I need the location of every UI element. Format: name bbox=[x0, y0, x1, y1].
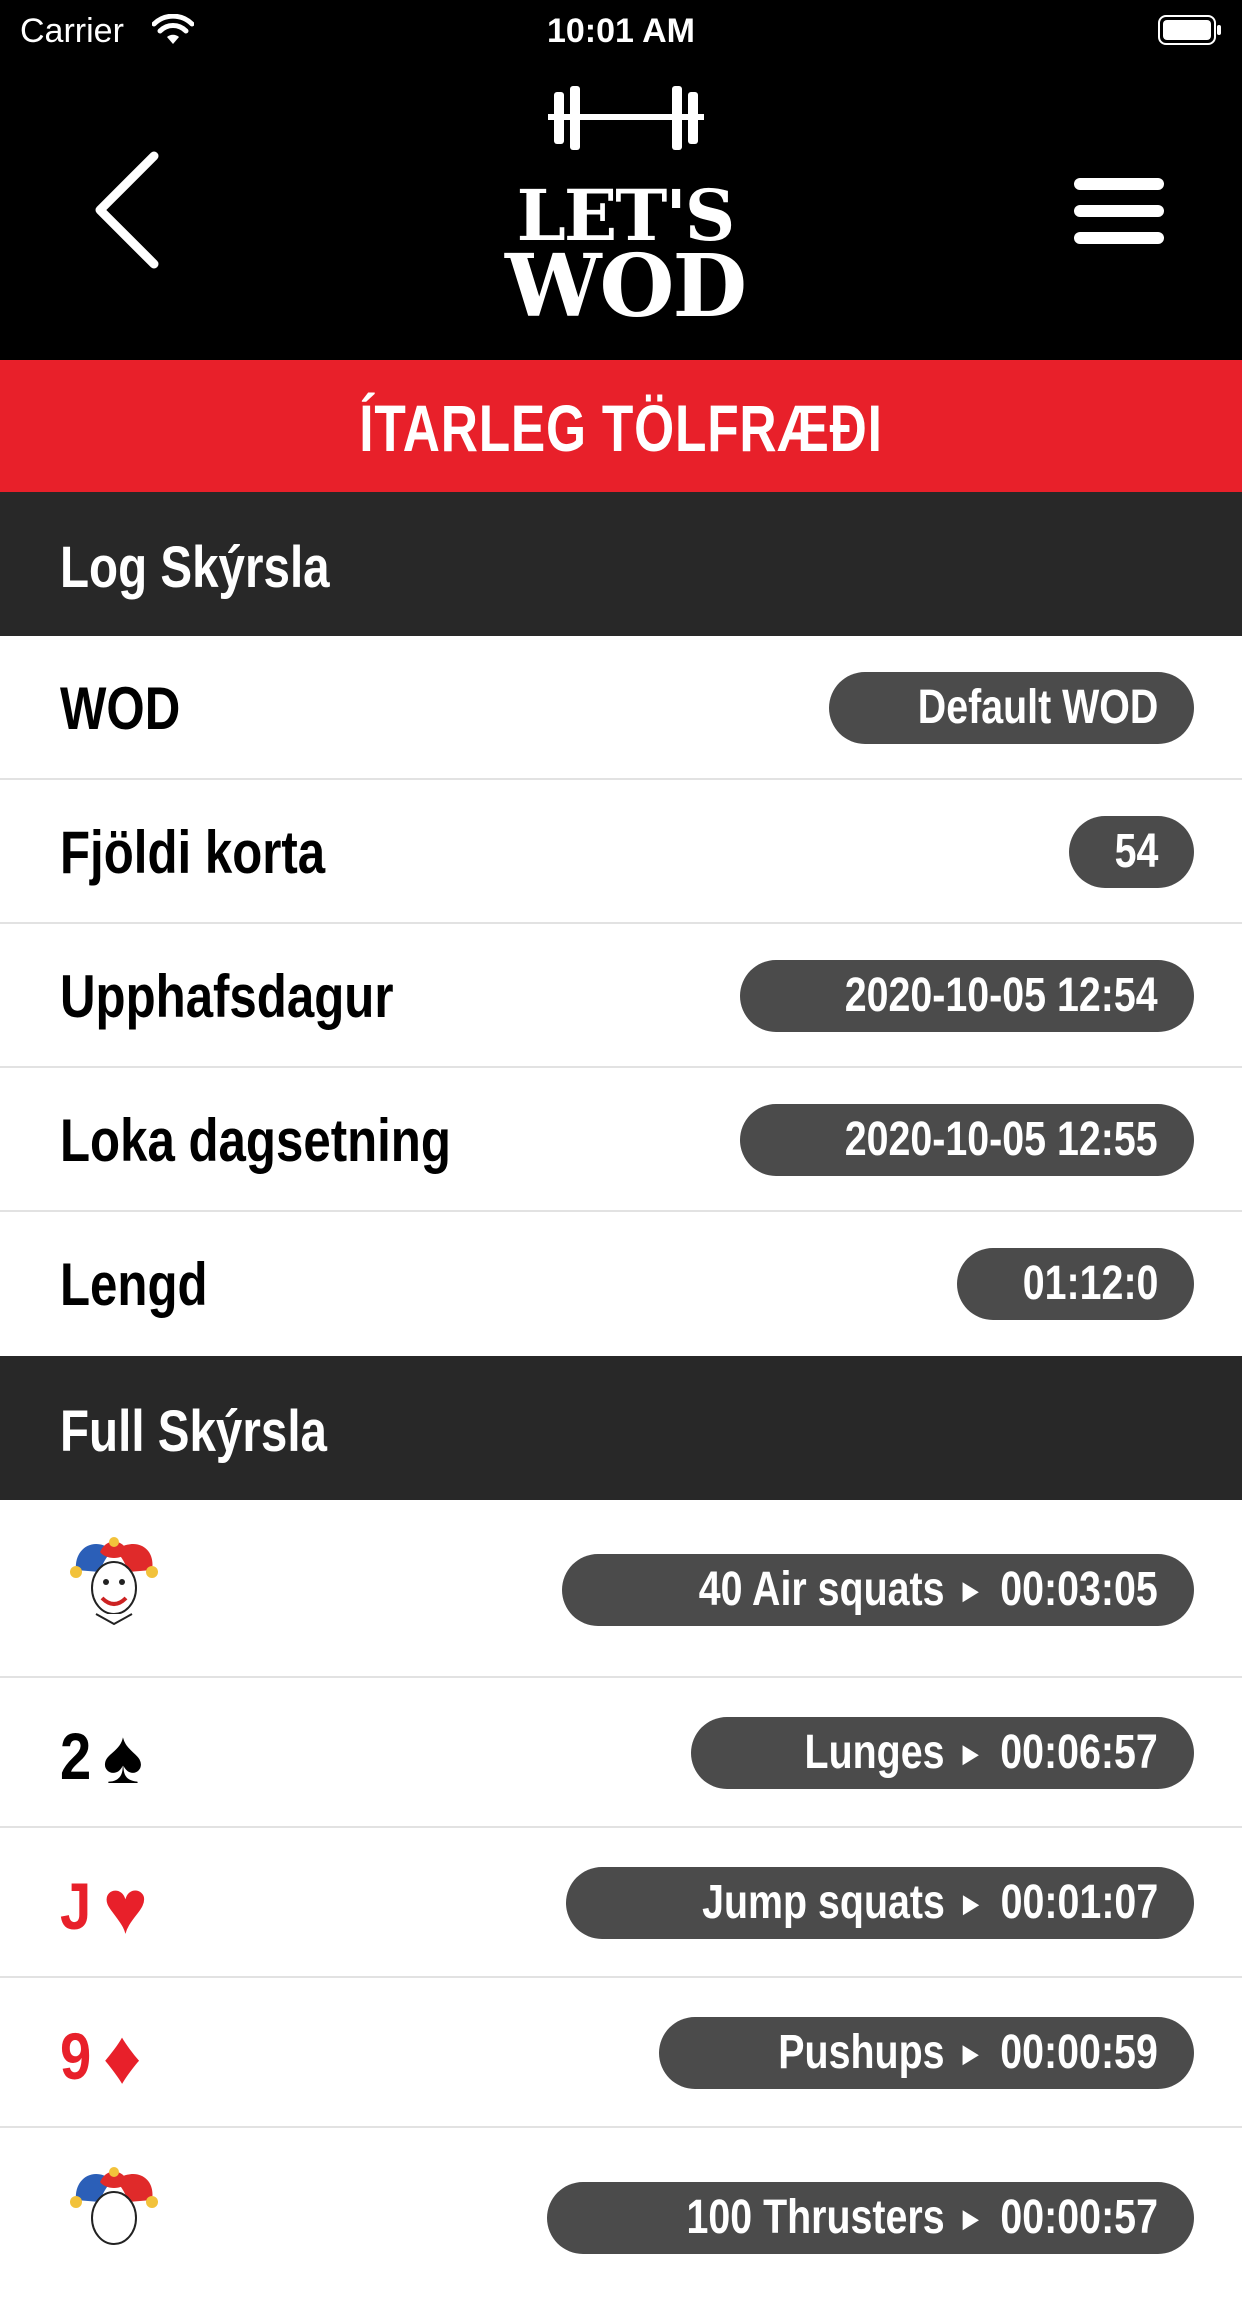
heart-icon: ♥ bbox=[102, 1865, 148, 1950]
exercise-time-badge: Jump squats ▶ 00:01:07 bbox=[565, 1867, 1194, 1939]
stat-row-card-count: Fjöldi korta 54 bbox=[0, 780, 1242, 924]
section-header-log: Log Skýrsla bbox=[0, 492, 1242, 636]
back-chevron-icon[interactable] bbox=[88, 150, 168, 270]
card-row: 100 Thrusters ▶ 00:00:57 bbox=[0, 2128, 1242, 2306]
exercise-time-badge: 100 Thrusters ▶ 00:00:57 bbox=[547, 2182, 1194, 2254]
card-row: J ♥ Jump squats ▶ 00:01:07 bbox=[0, 1828, 1242, 1978]
card-row: 2 ♠ Lunges ▶ 00:06:57 bbox=[0, 1678, 1242, 1828]
playing-card-label: 9 ♦ bbox=[60, 2015, 142, 2100]
stat-value-badge: 2020-10-05 12:55 bbox=[740, 1104, 1194, 1176]
stat-value-badge: 54 bbox=[1068, 816, 1194, 888]
stat-row-duration: Lengd 01:12:0 bbox=[0, 1212, 1242, 1356]
stat-label: Loka dagsetning bbox=[60, 1107, 451, 1174]
diamond-icon: ♦ bbox=[102, 2015, 142, 2100]
hamburger-menu-icon[interactable] bbox=[1074, 176, 1164, 246]
app-header: Carrier 10:01 AM LET'S WOD bbox=[0, 0, 1242, 360]
spade-icon: ♠ bbox=[102, 1715, 144, 1800]
joker-icon bbox=[70, 1537, 158, 1626]
stat-row-wod: WOD Default WOD bbox=[0, 636, 1242, 780]
stat-label: Upphafsdagur bbox=[60, 963, 394, 1030]
playing-card-label: J ♥ bbox=[60, 1865, 148, 1950]
status-bar: Carrier 10:01 AM bbox=[0, 0, 1242, 62]
battery-icon bbox=[1158, 15, 1221, 45]
exercise-time-badge: 40 Air squats ▶ 00:03:05 bbox=[562, 1554, 1194, 1626]
page-title: ÍTARLEG TÖLFRÆÐI bbox=[359, 391, 883, 465]
stat-value-badge: Default WOD bbox=[828, 672, 1194, 744]
stat-value-badge: 01:12:0 bbox=[956, 1248, 1194, 1320]
clock: 10:01 AM bbox=[546, 12, 696, 50]
stat-label: Lengd bbox=[60, 1251, 208, 1318]
section-title: Log Skýrsla bbox=[60, 535, 330, 600]
stat-row-start-date: Upphafsdagur 2020-10-05 12:54 bbox=[0, 924, 1242, 1068]
section-header-full: Full Skýrsla bbox=[0, 1356, 1242, 1500]
app-logo: LET'S WOD bbox=[490, 86, 760, 337]
card-row: 9 ♦ Pushups ▶ 00:00:59 bbox=[0, 1978, 1242, 2128]
logo-text-wod: WOD bbox=[504, 236, 747, 337]
playing-card-label: 2 ♠ bbox=[60, 1715, 144, 1800]
exercise-time-badge: Lunges ▶ 00:06:57 bbox=[691, 1717, 1194, 1789]
exercise-time-badge: Pushups ▶ 00:00:59 bbox=[659, 2017, 1194, 2089]
stat-value-badge: 2020-10-05 12:54 bbox=[740, 960, 1194, 1032]
section-title: Full Skýrsla bbox=[60, 1399, 327, 1464]
stat-label: Fjöldi korta bbox=[60, 819, 326, 886]
page-title-banner: ÍTARLEG TÖLFRÆÐI bbox=[0, 360, 1242, 492]
stat-label: WOD bbox=[60, 675, 181, 742]
card-row: 40 Air squats ▶ 00:03:05 bbox=[0, 1500, 1242, 1678]
stat-row-end-date: Loka dagsetning 2020-10-05 12:55 bbox=[0, 1068, 1242, 1212]
barbell-icon bbox=[548, 86, 704, 150]
joker-icon bbox=[70, 2167, 158, 2245]
